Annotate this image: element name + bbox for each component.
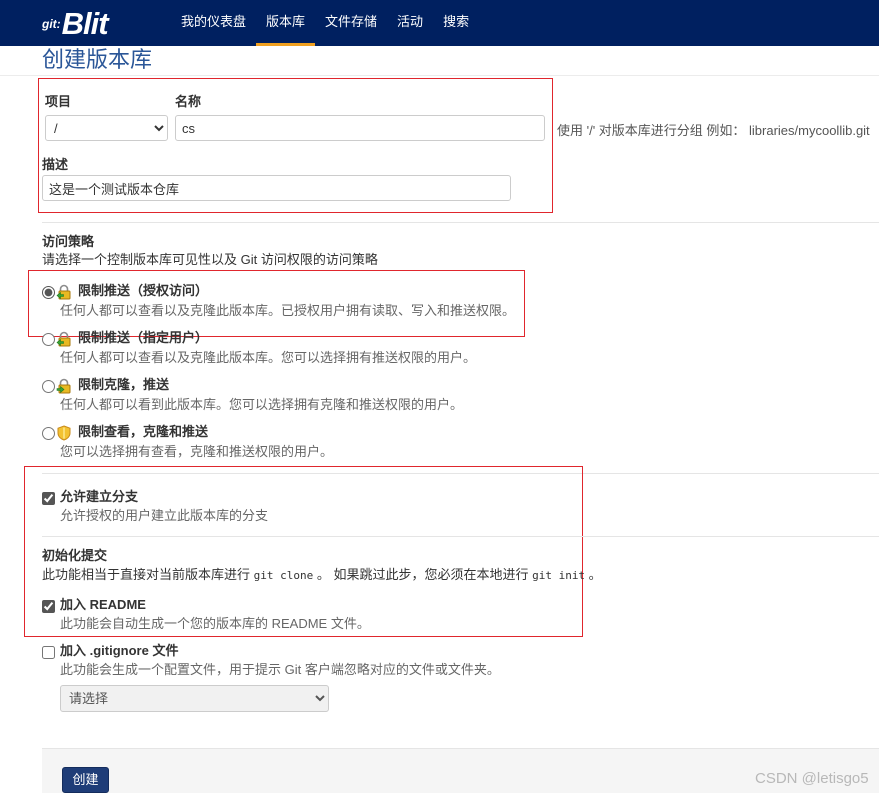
lock-icon	[56, 331, 72, 347]
add-readme-description: 此功能会自动生成一个您的版本库的 README 文件。	[60, 616, 370, 631]
code-git-clone: git clone	[253, 569, 314, 582]
init-commit-text: 此功能相当于直接对当前版本库进行	[42, 567, 254, 582]
access-option-label: 限制克隆，推送	[78, 377, 170, 392]
access-option-description: 任何人都可以看到此版本库。您可以选择拥有克隆和推送权限的用户。	[60, 397, 464, 412]
nav-item-filestore[interactable]: 文件存储	[315, 0, 387, 46]
project-select[interactable]: /	[45, 115, 168, 141]
lock-icon	[56, 378, 72, 394]
nav-item-label: 版本库	[266, 14, 306, 29]
allow-forks-label: 允许建立分支	[60, 489, 139, 504]
add-gitignore-label: 加入 .gitignore 文件	[60, 643, 179, 658]
access-option-authenticated-push[interactable]: 限制推送（授权访问） 任何人都可以查看以及克隆此版本库。已授权用户拥有读取、写入…	[0, 283, 600, 319]
nav-item-label: 文件存储	[325, 14, 378, 29]
top-navbar: git:Blit 我的仪表盘 版本库 文件存储 活动 搜索	[0, 0, 879, 46]
allow-forks-row[interactable]: 允许建立分支 允许授权的用户建立此版本库的分支	[0, 489, 600, 525]
add-readme-checkbox[interactable]	[42, 600, 55, 613]
name-hint: 使用 '/' 对版本库进行分组 例如： libraries/mycoollib.…	[557, 123, 870, 138]
allow-forks-description: 允许授权的用户建立此版本库的分支	[60, 508, 269, 523]
access-policy-title: 访问策略	[42, 234, 95, 249]
access-radio-view[interactable]	[42, 427, 55, 440]
code-git-init: git init	[532, 569, 586, 582]
nav-item-label: 搜索	[443, 14, 470, 29]
add-gitignore-description: 此功能会生成一个配置文件，用于提示 Git 客户端忽略对应的文件或文件夹。	[60, 662, 500, 677]
title-divider	[0, 75, 879, 76]
name-input[interactable]	[175, 115, 545, 141]
logo-prefix: git:	[42, 16, 61, 31]
allow-forks-checkbox[interactable]	[42, 492, 55, 505]
gitignore-template-select[interactable]: 请选择	[60, 685, 329, 712]
access-option-label: 限制查看，克隆和推送	[78, 424, 209, 439]
gitblit-logo[interactable]: git:Blit	[42, 4, 109, 42]
access-policy-subtitle: 请选择一个控制版本库可见性以及 Git 访问权限的访问策略	[42, 252, 378, 267]
description-input[interactable]	[42, 175, 511, 201]
add-gitignore-row[interactable]: 加入 .gitignore 文件 此功能会生成一个配置文件，用于提示 Git 客…	[0, 643, 600, 679]
init-commit-text: 。 如果跳过此步，您必须在本地进行	[313, 567, 533, 582]
shield-icon	[56, 425, 72, 441]
access-option-clone[interactable]: 限制克隆，推送 任何人都可以看到此版本库。您可以选择拥有克隆和推送权限的用户。	[0, 377, 600, 413]
nav-item-repositories[interactable]: 版本库	[256, 0, 315, 46]
init-commit-text: 。	[585, 567, 602, 582]
main-nav: 我的仪表盘 版本库 文件存储 活动 搜索	[171, 0, 479, 46]
access-option-description: 任何人都可以查看以及克隆此版本库。已授权用户拥有读取、写入和推送权限。	[60, 303, 516, 318]
nav-item-label: 我的仪表盘	[181, 14, 247, 29]
form-actions: 创建	[42, 748, 879, 793]
access-option-label: 限制推送（授权访问）	[78, 283, 209, 298]
section-divider	[42, 473, 879, 474]
init-commit-title: 初始化提交	[42, 548, 108, 563]
name-label: 名称	[175, 94, 202, 109]
nav-item-dashboard[interactable]: 我的仪表盘	[171, 0, 256, 46]
watermark: CSDN @letisgo5	[755, 770, 869, 787]
page-title: 创建版本库	[42, 47, 153, 72]
access-option-view[interactable]: 限制查看，克隆和推送 您可以选择拥有查看，克隆和推送权限的用户。	[0, 424, 600, 460]
access-option-label: 限制推送（指定用户）	[78, 330, 209, 345]
nav-item-label: 活动	[397, 14, 424, 29]
access-option-description: 您可以选择拥有查看，克隆和推送权限的用户。	[60, 444, 334, 459]
access-radio-clone[interactable]	[42, 380, 55, 393]
access-radio-named-push[interactable]	[42, 333, 55, 346]
project-label: 项目	[45, 94, 72, 109]
add-readme-row[interactable]: 加入 README 此功能会自动生成一个您的版本库的 README 文件。	[0, 597, 600, 633]
access-option-named-push[interactable]: 限制推送（指定用户） 任何人都可以查看以及克隆此版本库。您可以选择拥有推送权限的…	[0, 330, 600, 366]
lock-icon	[56, 284, 72, 300]
section-divider	[42, 222, 879, 223]
access-option-description: 任何人都可以查看以及克隆此版本库。您可以选择拥有推送权限的用户。	[60, 350, 477, 365]
nav-item-search[interactable]: 搜索	[433, 0, 479, 46]
create-button[interactable]: 创建	[62, 767, 109, 793]
nav-item-activity[interactable]: 活动	[387, 0, 433, 46]
add-gitignore-checkbox[interactable]	[42, 646, 55, 659]
section-divider	[42, 536, 879, 537]
add-readme-label: 加入 README	[60, 597, 146, 612]
access-radio-authenticated-push[interactable]	[42, 286, 55, 299]
init-commit-description: 此功能相当于直接对当前版本库进行 git clone 。 如果跳过此步，您必须在…	[42, 567, 602, 584]
logo-text: Blit	[61, 5, 109, 41]
description-label: 描述	[42, 157, 69, 172]
